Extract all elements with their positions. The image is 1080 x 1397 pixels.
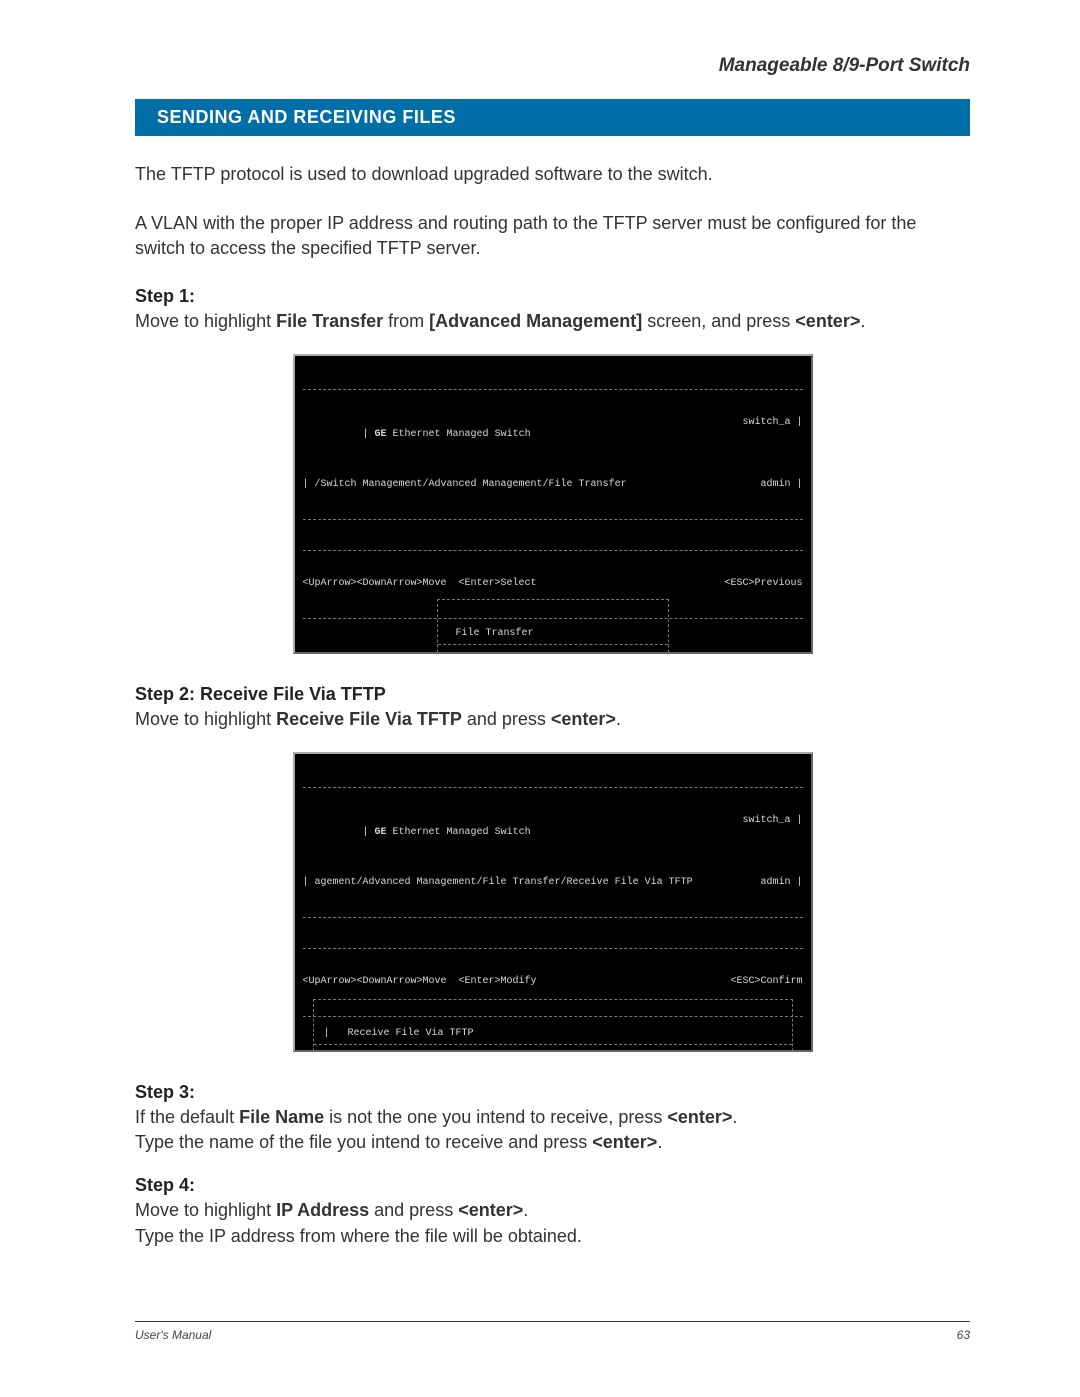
- term1-footer-right: <ESC>Previous: [724, 578, 802, 591]
- term1-brand-rest: Ethernet Managed Switch: [393, 429, 531, 440]
- intro-paragraph-2: A VLAN with the proper IP address and ro…: [135, 211, 970, 261]
- term2-brand-rest: Ethernet Managed Switch: [393, 827, 531, 838]
- term2-brand-ge: GE: [375, 827, 393, 838]
- intro-paragraph-1: The TFTP protocol is used to download up…: [135, 162, 970, 187]
- step-4-label: Step 4:: [135, 1175, 970, 1196]
- footer-page-number: 63: [957, 1328, 970, 1342]
- terminal-screenshot-1: | GE Ethernet Managed Switch switch_a | …: [293, 354, 813, 654]
- step-3-text: If the default File Name is not the one …: [135, 1105, 970, 1155]
- step-3-label: Step 3:: [135, 1082, 970, 1103]
- terminal-screenshot-2: | GE Ethernet Managed Switch switch_a | …: [293, 752, 813, 1052]
- term1-footer-left: <UpArrow><DownArrow>Move <Enter>Select: [303, 578, 537, 591]
- step-2-text: Move to highlight Receive File Via TFTP …: [135, 707, 970, 732]
- step-4-text: Move to highlight IP Address and press <…: [135, 1198, 970, 1248]
- term1-host: switch_a: [742, 417, 790, 428]
- step-1-label: Step 1:: [135, 286, 970, 307]
- term2-host: switch_a: [742, 815, 790, 826]
- step-1-text: Move to highlight File Transfer from [Ad…: [135, 309, 970, 334]
- footer-left: User's Manual: [135, 1328, 211, 1342]
- term1-user: admin: [760, 479, 790, 490]
- term1-brand-ge: GE: [375, 429, 393, 440]
- step-2-label: Step 2: Receive File Via TFTP: [135, 684, 970, 705]
- term2-user: admin: [760, 877, 790, 888]
- term2-footer-left: <UpArrow><DownArrow>Move <Enter>Modify: [303, 976, 537, 989]
- section-heading: SENDING AND RECEIVING FILES: [135, 99, 970, 136]
- term2-breadcrumb: agement/Advanced Management/File Transfe…: [315, 877, 693, 888]
- term2-footer-right: <ESC>Confirm: [730, 976, 802, 989]
- page-footer: User's Manual 63: [135, 1321, 970, 1342]
- term1-breadcrumb: /Switch Management/Advanced Management/F…: [315, 479, 627, 490]
- document-header: Manageable 8/9-Port Switch: [135, 55, 970, 77]
